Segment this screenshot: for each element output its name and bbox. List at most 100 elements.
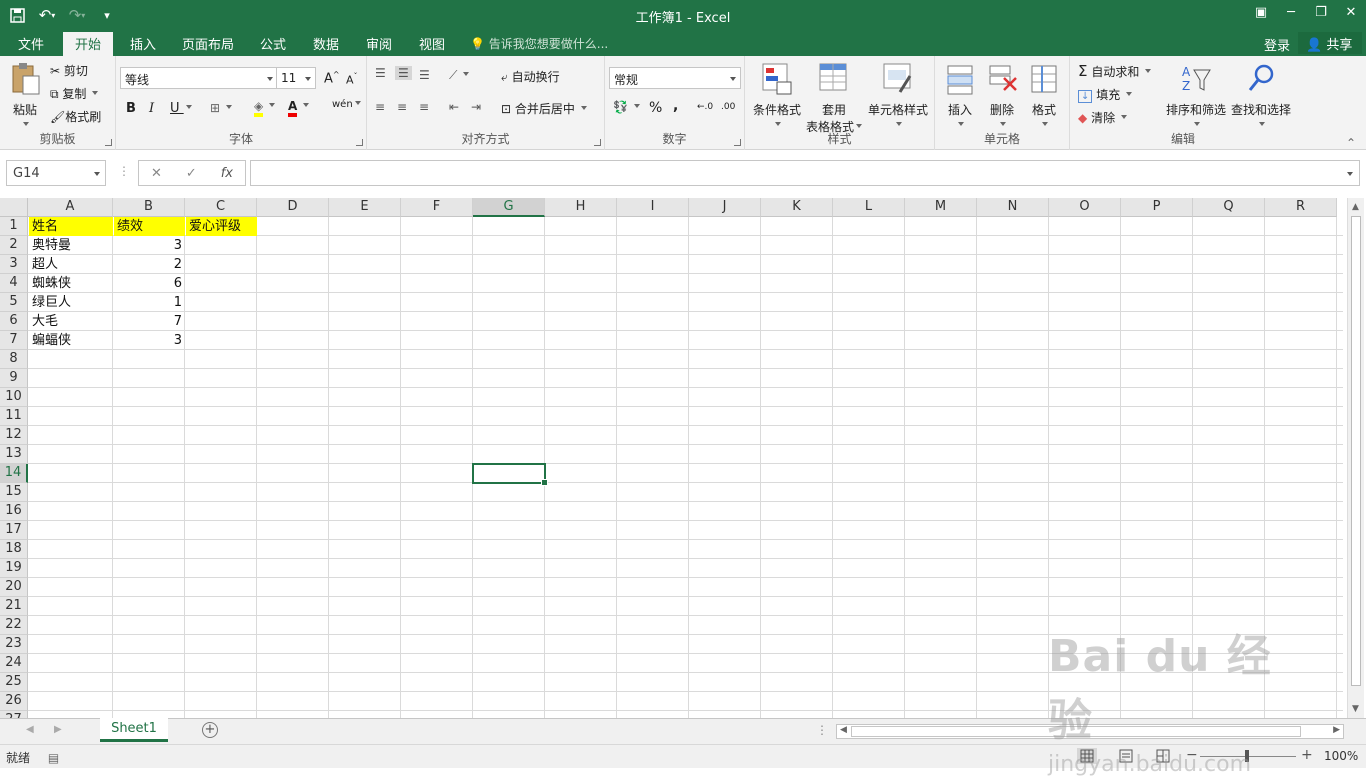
- row-header-14[interactable]: 14: [0, 464, 28, 483]
- next-sheet-icon[interactable]: ▶: [54, 724, 62, 735]
- align-right-icon[interactable]: ≡: [419, 100, 429, 114]
- row-header-24[interactable]: 24: [0, 654, 28, 673]
- column-header-c[interactable]: C: [185, 198, 257, 217]
- normal-view-icon[interactable]: [1077, 748, 1097, 764]
- close-icon[interactable]: ✕: [1336, 0, 1366, 24]
- row-header-2[interactable]: 2: [0, 236, 28, 255]
- row-header-5[interactable]: 5: [0, 293, 28, 312]
- cell-b7[interactable]: 3: [114, 331, 185, 350]
- column-header-f[interactable]: F: [401, 198, 473, 217]
- cell-b4[interactable]: 6: [114, 274, 185, 293]
- underline-button[interactable]: U: [170, 101, 192, 116]
- column-header-m[interactable]: M: [905, 198, 977, 217]
- percent-button[interactable]: %: [649, 100, 662, 116]
- row-header-15[interactable]: 15: [0, 483, 28, 502]
- scroll-left-icon[interactable]: ◀: [840, 725, 847, 735]
- format-painter-button[interactable]: 🖌格式刷: [50, 108, 101, 125]
- ribbon-display-icon[interactable]: ▣: [1246, 0, 1276, 24]
- number-launcher-icon[interactable]: [734, 139, 741, 146]
- clipboard-launcher-icon[interactable]: [105, 139, 112, 146]
- cell-a3[interactable]: 超人: [29, 255, 113, 274]
- column-header-e[interactable]: E: [329, 198, 401, 217]
- align-center-icon[interactable]: ≡: [397, 100, 407, 114]
- horizontal-scroll-thumb[interactable]: [851, 726, 1301, 737]
- page-break-view-icon[interactable]: [1153, 748, 1173, 764]
- decrease-decimal-icon[interactable]: .00: [721, 102, 735, 112]
- vertical-scroll-thumb[interactable]: [1351, 216, 1361, 686]
- column-header-b[interactable]: B: [113, 198, 185, 217]
- vertical-scrollbar[interactable]: ▲ ▼: [1347, 198, 1364, 718]
- fill-color-icon[interactable]: ◈: [254, 99, 276, 117]
- font-launcher-icon[interactable]: [356, 139, 363, 146]
- sort-filter-button[interactable]: AZ 排序和筛选: [1164, 62, 1228, 132]
- increase-decimal-icon[interactable]: ←.0: [697, 102, 713, 112]
- cell-c1[interactable]: 爱心评级: [186, 217, 257, 236]
- find-select-button[interactable]: 查找和选择: [1230, 62, 1292, 132]
- align-left-icon[interactable]: ≡: [375, 100, 385, 114]
- zoom-slider-thumb[interactable]: [1245, 750, 1249, 762]
- row-header-6[interactable]: 6: [0, 312, 28, 331]
- fill-button[interactable]: ↓ 填充: [1078, 86, 1133, 103]
- currency-icon[interactable]: 💱: [613, 100, 640, 114]
- increase-font-icon[interactable]: A^: [324, 70, 340, 86]
- number-format-select[interactable]: 常规: [609, 67, 741, 89]
- conditional-format-button[interactable]: 条件格式: [749, 62, 805, 132]
- row-header-23[interactable]: 23: [0, 635, 28, 654]
- tab-data[interactable]: 数据: [311, 34, 341, 53]
- tab-review[interactable]: 审阅: [364, 34, 394, 53]
- align-bottom-icon[interactable]: ☰: [419, 68, 430, 82]
- scroll-down-icon[interactable]: ▼: [1352, 704, 1359, 714]
- cancel-icon[interactable]: ✕: [151, 166, 162, 181]
- row-header-9[interactable]: 9: [0, 369, 28, 388]
- column-header-p[interactable]: P: [1121, 198, 1193, 217]
- cell-b5[interactable]: 1: [114, 293, 185, 312]
- collapse-ribbon-icon[interactable]: ⌃: [1346, 136, 1356, 150]
- bold-button[interactable]: B: [126, 101, 136, 116]
- column-header-n[interactable]: N: [977, 198, 1049, 217]
- row-header-1[interactable]: 1: [0, 217, 28, 236]
- decrease-font-icon[interactable]: Aˇ: [346, 72, 358, 87]
- row-header-7[interactable]: 7: [0, 331, 28, 350]
- row-header-4[interactable]: 4: [0, 274, 28, 293]
- cell-a5[interactable]: 绿巨人: [29, 293, 113, 312]
- orientation-icon[interactable]: ⟋: [449, 68, 470, 83]
- page-layout-view-icon[interactable]: [1116, 748, 1136, 764]
- zoom-in-icon[interactable]: +: [1301, 747, 1313, 763]
- format-cells-button[interactable]: 格式: [1025, 62, 1063, 132]
- tab-home[interactable]: 开始: [63, 32, 114, 56]
- select-all-corner[interactable]: [0, 198, 28, 217]
- column-header-o[interactable]: O: [1049, 198, 1121, 217]
- comma-button[interactable]: ,: [673, 98, 678, 114]
- delete-cells-button[interactable]: 删除: [983, 62, 1021, 132]
- scroll-up-icon[interactable]: ▲: [1352, 202, 1359, 212]
- column-header-a[interactable]: A: [28, 198, 113, 217]
- font-size-select[interactable]: 11: [276, 67, 316, 89]
- row-header-11[interactable]: 11: [0, 407, 28, 426]
- row-header-3[interactable]: 3: [0, 255, 28, 274]
- insert-cells-button[interactable]: 插入: [941, 62, 979, 132]
- enter-icon[interactable]: ✓: [186, 166, 197, 181]
- row-header-17[interactable]: 17: [0, 521, 28, 540]
- row-header-10[interactable]: 10: [0, 388, 28, 407]
- decrease-indent-icon[interactable]: ⇤: [449, 100, 459, 114]
- column-header-h[interactable]: H: [545, 198, 617, 217]
- prev-sheet-icon[interactable]: ◀: [26, 724, 34, 735]
- italic-button[interactable]: I: [149, 101, 154, 116]
- horizontal-scrollbar[interactable]: ◀ ▶: [836, 724, 1344, 739]
- cell-a2[interactable]: 奥特曼: [29, 236, 113, 255]
- tab-view[interactable]: 视图: [417, 34, 447, 53]
- autosum-button[interactable]: Σ 自动求和: [1078, 62, 1152, 80]
- cell-b6[interactable]: 7: [114, 312, 185, 331]
- row-header-16[interactable]: 16: [0, 502, 28, 521]
- tab-page-layout[interactable]: 页面布局: [180, 34, 236, 53]
- cell-a7[interactable]: 蝙蝠侠: [29, 331, 113, 350]
- column-header-i[interactable]: I: [617, 198, 689, 217]
- row-header-26[interactable]: 26: [0, 692, 28, 711]
- format-as-table-button[interactable]: 套用 表格格式: [803, 62, 865, 135]
- row-header-8[interactable]: 8: [0, 350, 28, 369]
- name-box[interactable]: G14: [6, 160, 106, 186]
- macro-record-icon[interactable]: ▤: [48, 751, 59, 765]
- login-link[interactable]: 登录: [1262, 35, 1292, 54]
- row-header-27[interactable]: 27: [0, 711, 28, 718]
- cell-b1[interactable]: 绩效: [114, 217, 185, 236]
